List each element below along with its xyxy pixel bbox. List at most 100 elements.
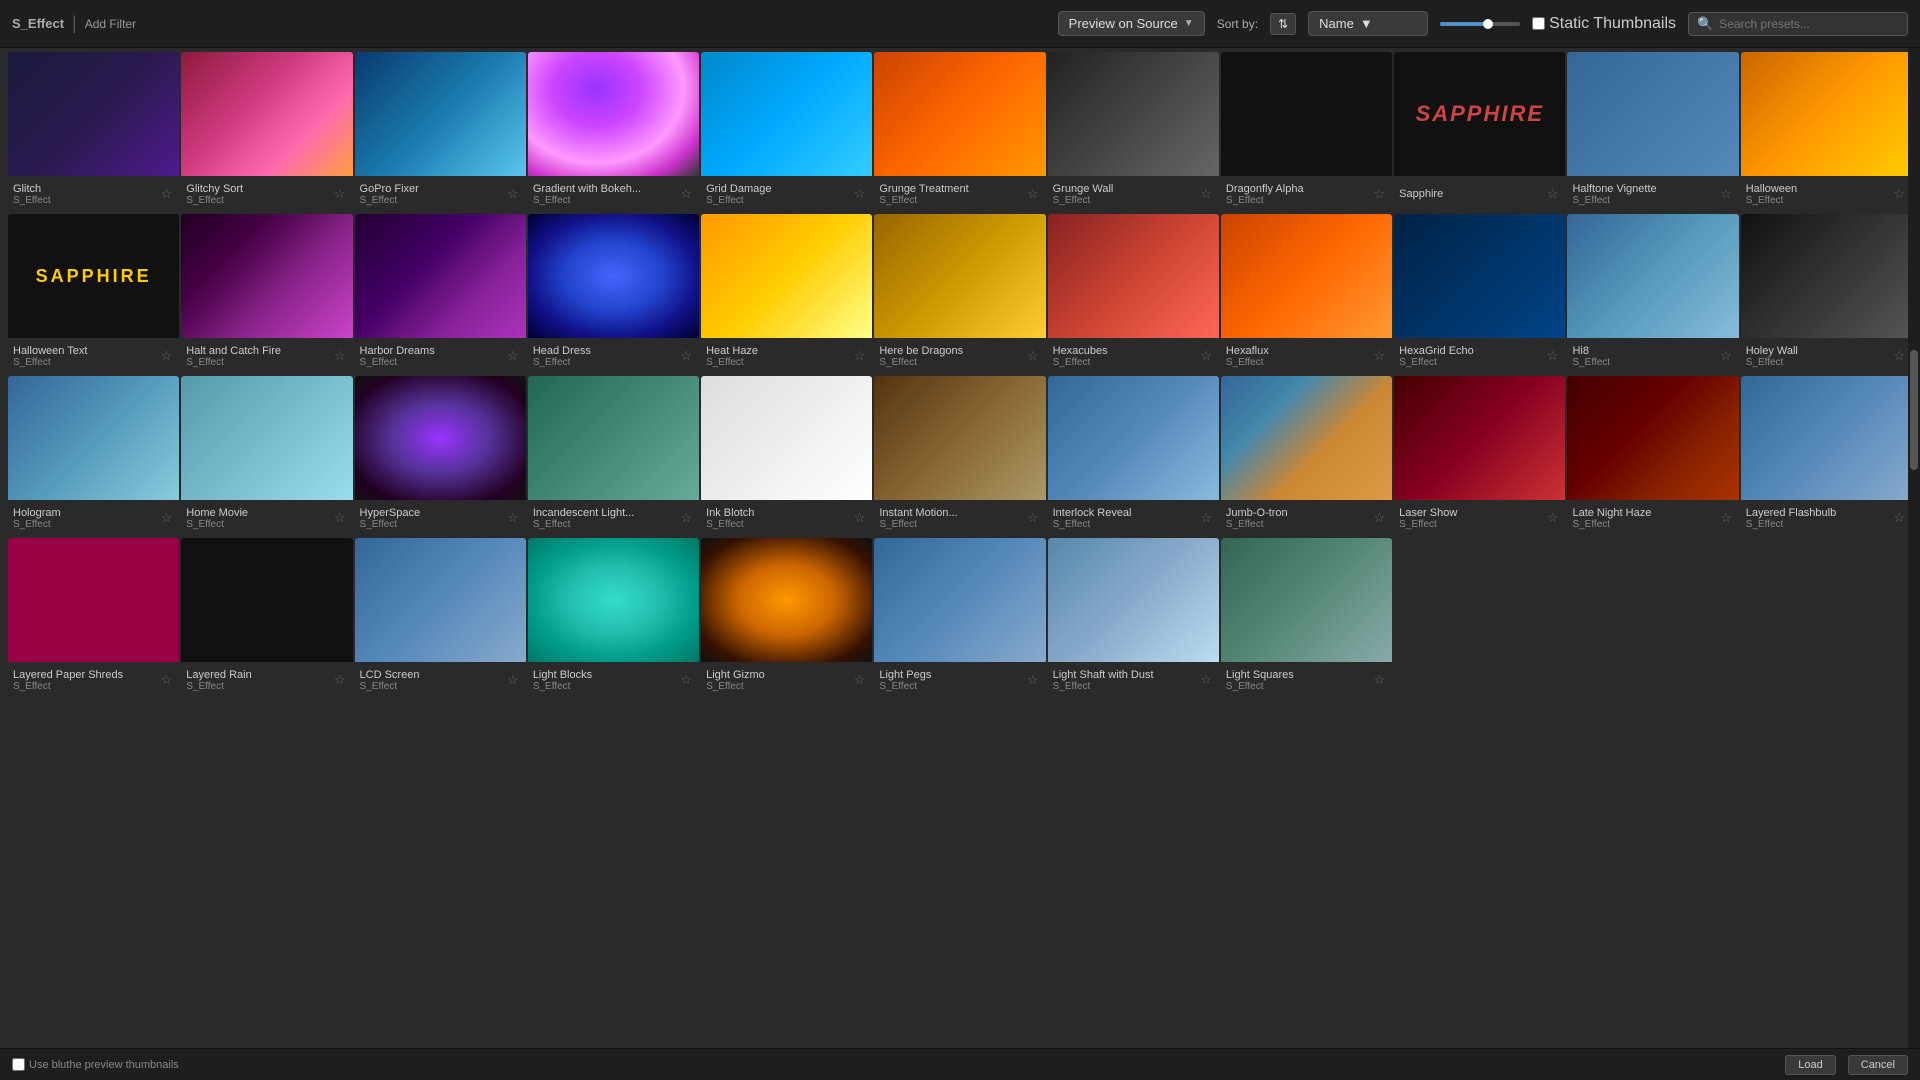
effect-name: Glitch	[13, 183, 159, 195]
favorite-button[interactable]: ☆	[1891, 508, 1907, 528]
effect-card-21[interactable]: Hi8 S_Effect ☆	[1567, 214, 1738, 374]
effect-card-16[interactable]: Heat Haze S_Effect ☆	[701, 214, 872, 374]
favorite-button[interactable]: ☆	[1545, 346, 1561, 366]
favorite-button[interactable]: ☆	[1891, 184, 1907, 204]
effect-card-1[interactable]: Glitch S_Effect ☆	[8, 52, 179, 212]
effect-card-24[interactable]: Home Movie S_Effect ☆	[181, 376, 352, 536]
favorite-button[interactable]: ☆	[1545, 184, 1561, 204]
favorite-button[interactable]: ☆	[852, 184, 868, 204]
effect-card-3[interactable]: GoPro Fixer S_Effect ☆	[355, 52, 526, 212]
effect-card-17[interactable]: Here be Dragons S_Effect ☆	[874, 214, 1045, 374]
scrollbar[interactable]	[1908, 48, 1920, 1048]
favorite-button[interactable]: ☆	[332, 508, 348, 528]
effect-card-22[interactable]: Holey Wall S_Effect ☆	[1741, 214, 1912, 374]
favorite-button[interactable]: ☆	[159, 346, 175, 366]
effect-card-35[interactable]: Layered Rain S_Effect ☆	[181, 538, 352, 698]
effect-card-25[interactable]: HyperSpace S_Effect ☆	[355, 376, 526, 536]
effect-card-6[interactable]: Grunge Treatment S_Effect ☆	[874, 52, 1045, 212]
effect-name: Incandescent Light...	[533, 507, 679, 519]
effect-card-20[interactable]: HexaGrid Echo S_Effect ☆	[1394, 214, 1565, 374]
effect-card-2[interactable]: Glitchy Sort S_Effect ☆	[181, 52, 352, 212]
preview-thumb-checkbox[interactable]: Use bluthe preview thumbnails	[12, 1058, 179, 1071]
effect-card-15[interactable]: Head Dress S_Effect ☆	[528, 214, 699, 374]
effect-card-13[interactable]: Halt and Catch Fire S_Effect ☆	[181, 214, 352, 374]
favorite-button[interactable]: ☆	[1372, 346, 1388, 366]
load-button[interactable]: Load	[1785, 1055, 1835, 1075]
effect-card-27[interactable]: Ink Blotch S_Effect ☆	[701, 376, 872, 536]
effect-card-5[interactable]: Grid Damage S_Effect ☆	[701, 52, 872, 212]
effect-card-32[interactable]: Late Night Haze S_Effect ☆	[1567, 376, 1738, 536]
effect-card-36[interactable]: LCD Screen S_Effect ☆	[355, 538, 526, 698]
favorite-button[interactable]: ☆	[852, 670, 868, 690]
effect-card-31[interactable]: Laser Show S_Effect ☆	[1394, 376, 1565, 536]
favorite-button[interactable]: ☆	[159, 184, 175, 204]
favorite-button[interactable]: ☆	[678, 346, 694, 366]
favorite-button[interactable]: ☆	[1372, 508, 1388, 528]
effect-card-10[interactable]: Halftone Vignette S_Effect ☆	[1567, 52, 1738, 212]
effect-card-18[interactable]: Hexacubes S_Effect ☆	[1048, 214, 1219, 374]
effect-card-7[interactable]: Grunge Wall S_Effect ☆	[1048, 52, 1219, 212]
favorite-button[interactable]: ☆	[1025, 346, 1041, 366]
effect-card-39[interactable]: Light Pegs S_Effect ☆	[874, 538, 1045, 698]
favorite-button[interactable]: ☆	[852, 346, 868, 366]
favorite-button[interactable]: ☆	[1025, 184, 1041, 204]
sort-name-dropdown[interactable]: Name ▼	[1308, 11, 1428, 36]
effect-card-29[interactable]: Interlock Reveal S_Effect ☆	[1048, 376, 1219, 536]
favorite-button[interactable]: ☆	[505, 184, 521, 204]
favorite-button[interactable]: ☆	[1025, 670, 1041, 690]
search-input[interactable]	[1719, 17, 1899, 31]
effect-card-14[interactable]: Harbor Dreams S_Effect ☆	[355, 214, 526, 374]
thumbnail-size-slider[interactable]	[1440, 22, 1520, 26]
favorite-button[interactable]: ☆	[1198, 670, 1214, 690]
favorite-button[interactable]: ☆	[505, 670, 521, 690]
favorite-button[interactable]: ☆	[678, 184, 694, 204]
preview-thumb-check[interactable]	[12, 1058, 25, 1071]
effect-card-40[interactable]: Light Shaft with Dust S_Effect ☆	[1048, 538, 1219, 698]
effect-card-4[interactable]: Gradient with Bokeh... S_Effect ☆	[528, 52, 699, 212]
favorite-button[interactable]: ☆	[678, 508, 694, 528]
effect-card-38[interactable]: Light Gizmo S_Effect ☆	[701, 538, 872, 698]
favorite-button[interactable]: ☆	[1198, 508, 1214, 528]
effect-card-8[interactable]: Dragonfly Alpha S_Effect ☆	[1221, 52, 1392, 212]
preview-dropdown[interactable]: Preview on Source ▼	[1058, 11, 1205, 36]
favorite-button[interactable]: ☆	[332, 184, 348, 204]
effect-name: Hexacubes	[1053, 345, 1199, 357]
favorite-button[interactable]: ☆	[852, 508, 868, 528]
effect-card-11[interactable]: Halloween S_Effect ☆	[1741, 52, 1912, 212]
favorite-button[interactable]: ☆	[1372, 184, 1388, 204]
favorite-button[interactable]: ☆	[159, 508, 175, 528]
static-thumb-check[interactable]	[1532, 17, 1545, 30]
effect-card-9[interactable]: SAPPHIRE Sapphire ☆	[1394, 52, 1565, 212]
favorite-button[interactable]: ☆	[678, 670, 694, 690]
effect-card-33[interactable]: Layered Flashbulb S_Effect ☆	[1741, 376, 1912, 536]
effect-card-19[interactable]: Hexaflux S_Effect ☆	[1221, 214, 1392, 374]
favorite-button[interactable]: ☆	[159, 670, 175, 690]
static-thumbnail-checkbox[interactable]: Static Thumbnails	[1532, 15, 1676, 33]
effect-card-37[interactable]: Light Blocks S_Effect ☆	[528, 538, 699, 698]
favorite-button[interactable]: ☆	[1891, 346, 1907, 366]
effect-card-26[interactable]: Incandescent Light... S_Effect ☆	[528, 376, 699, 536]
effect-card-28[interactable]: Instant Motion... S_Effect ☆	[874, 376, 1045, 536]
favorite-button[interactable]: ☆	[505, 346, 521, 366]
effect-card-30[interactable]: Jumb-O-tron S_Effect ☆	[1221, 376, 1392, 536]
favorite-button[interactable]: ☆	[1718, 184, 1734, 204]
favorite-button[interactable]: ☆	[332, 346, 348, 366]
sort-direction-button[interactable]: ⇅	[1270, 13, 1296, 35]
favorite-button[interactable]: ☆	[1372, 670, 1388, 690]
favorite-button[interactable]: ☆	[1198, 184, 1214, 204]
effect-card-23[interactable]: Hologram S_Effect ☆	[8, 376, 179, 536]
favorite-button[interactable]: ☆	[1718, 508, 1734, 528]
effect-card-34[interactable]: Layered Paper Shreds S_Effect ☆	[8, 538, 179, 698]
favorite-button[interactable]: ☆	[1025, 508, 1041, 528]
slider-track	[1440, 22, 1520, 26]
favorite-button[interactable]: ☆	[1545, 508, 1561, 528]
favorite-button[interactable]: ☆	[505, 508, 521, 528]
add-filter-label[interactable]: Add Filter	[85, 17, 136, 31]
effect-card-12[interactable]: SAPPHIRE Halloween Text S_Effect ☆	[8, 214, 179, 374]
favorite-button[interactable]: ☆	[1718, 346, 1734, 366]
favorite-button[interactable]: ☆	[332, 670, 348, 690]
cancel-button[interactable]: Cancel	[1848, 1055, 1908, 1075]
effect-card-41[interactable]: Light Squares S_Effect ☆	[1221, 538, 1392, 698]
search-bar[interactable]: 🔍	[1688, 12, 1908, 36]
favorite-button[interactable]: ☆	[1198, 346, 1214, 366]
